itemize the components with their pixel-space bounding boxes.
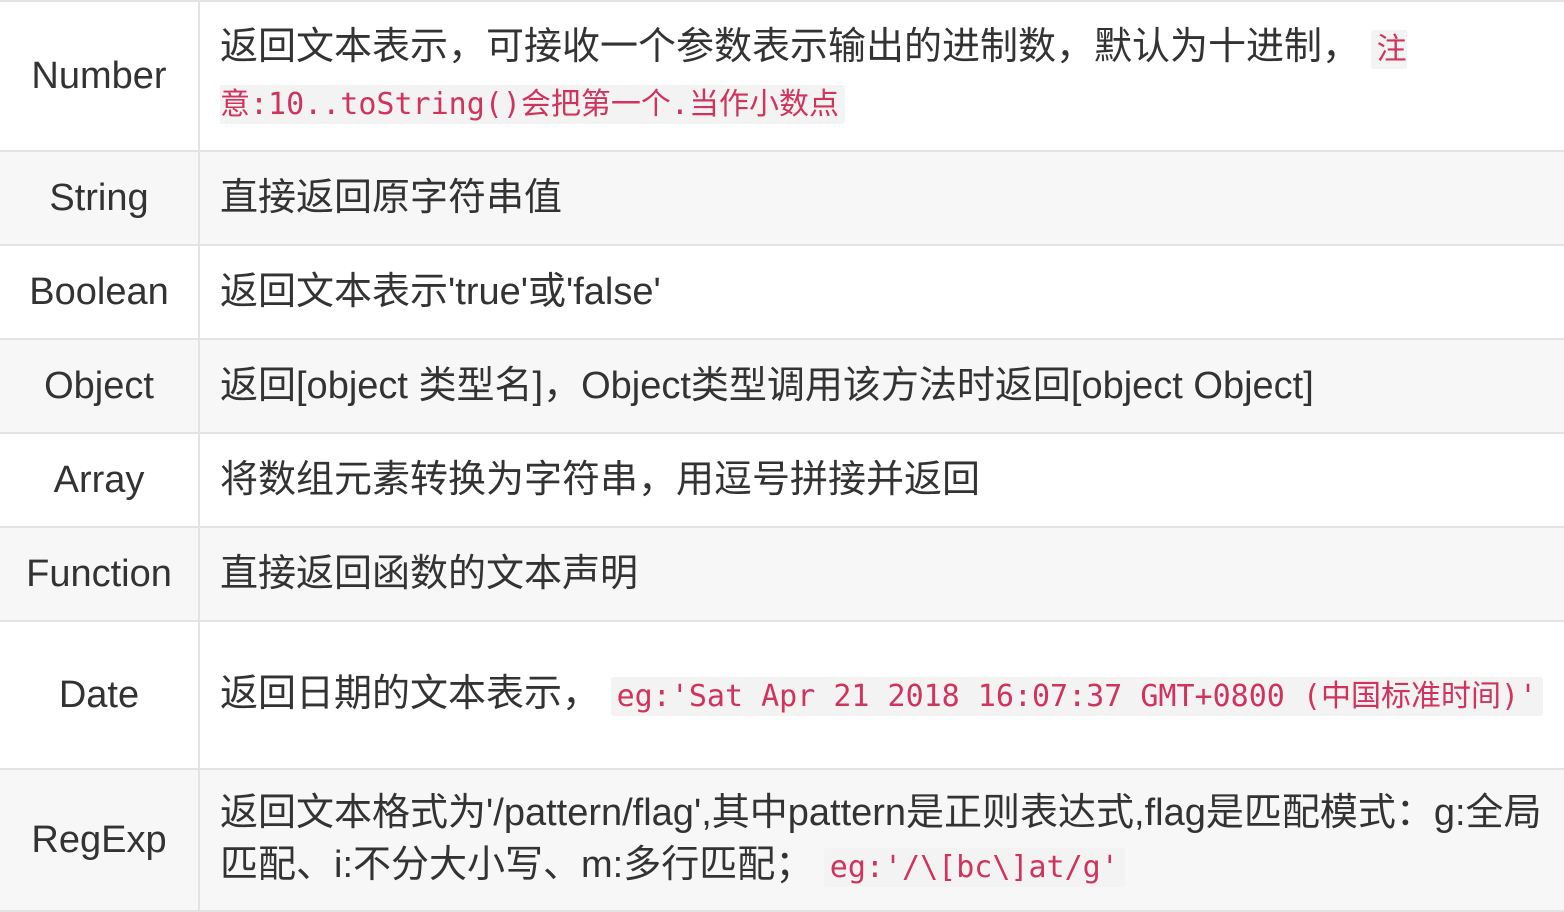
description-cell: 直接返回原字符串值 [199,150,1564,246]
table-row: String 直接返回原字符串值 [0,150,1564,246]
type-cell: Array [0,432,200,528]
description-cell: 返回文本格式为'/pattern/flag',其中pattern是正则表达式,f… [199,768,1564,912]
description-text: 返回文本表示，可接收一个参数表示输出的进制数，默认为十进制， [220,26,1361,68]
description-cell: 将数组元素转换为字符串，用逗号拼接并返回 [199,432,1564,528]
description-cell: 返回[object 类型名]，Object类型调用该方法时返回[object O… [199,338,1564,434]
description-text: 返回日期的文本表示， [220,672,601,715]
description-cell: 返回日期的文本表示， eg:'Sat Apr 21 2018 16:07:37 … [199,620,1564,770]
description-text: 将数组元素转换为字符串，用逗号拼接并返回 [220,459,981,501]
table-row: Object 返回[object 类型名]，Object类型调用该方法时返回[o… [0,338,1564,434]
type-cell: Function [0,526,200,622]
table-row: Number 返回文本表示，可接收一个参数表示输出的进制数，默认为十进制， 注意… [0,0,1564,152]
description-text: 直接返回原字符串值 [220,177,563,219]
description-text: 返回文本表示'true'或'false' [220,271,661,313]
description-cell: 直接返回函数的文本声明 [199,526,1564,622]
type-cell: RegExp [0,768,200,912]
description-text: 直接返回函数的文本声明 [220,553,639,595]
inline-code: eg:'/\[bc\]at/g' [823,847,1125,887]
inline-code: eg:'Sat Apr 21 2018 16:07:37 GMT+0800 (中… [610,676,1544,716]
type-tostring-table: Number 返回文本表示，可接收一个参数表示输出的进制数，默认为十进制， 注意… [0,0,1564,912]
table-row: Date 返回日期的文本表示， eg:'Sat Apr 21 2018 16:0… [0,620,1564,770]
table-row: Boolean 返回文本表示'true'或'false' [0,244,1564,340]
type-cell: Boolean [0,244,200,340]
table-row: Function 直接返回函数的文本声明 [0,526,1564,622]
description-cell: 返回文本表示'true'或'false' [199,244,1564,340]
description-text: 返回[object 类型名]，Object类型调用该方法时返回[object O… [220,365,1314,407]
table-row: RegExp 返回文本格式为'/pattern/flag',其中pattern是… [0,768,1564,912]
description-cell: 返回文本表示，可接收一个参数表示输出的进制数，默认为十进制， 注意:10..to… [199,0,1564,152]
table-row: Array 将数组元素转换为字符串，用逗号拼接并返回 [0,432,1564,528]
type-cell: Object [0,338,200,434]
type-cell: String [0,150,200,246]
type-cell: Number [0,0,200,152]
type-cell: Date [0,620,200,770]
